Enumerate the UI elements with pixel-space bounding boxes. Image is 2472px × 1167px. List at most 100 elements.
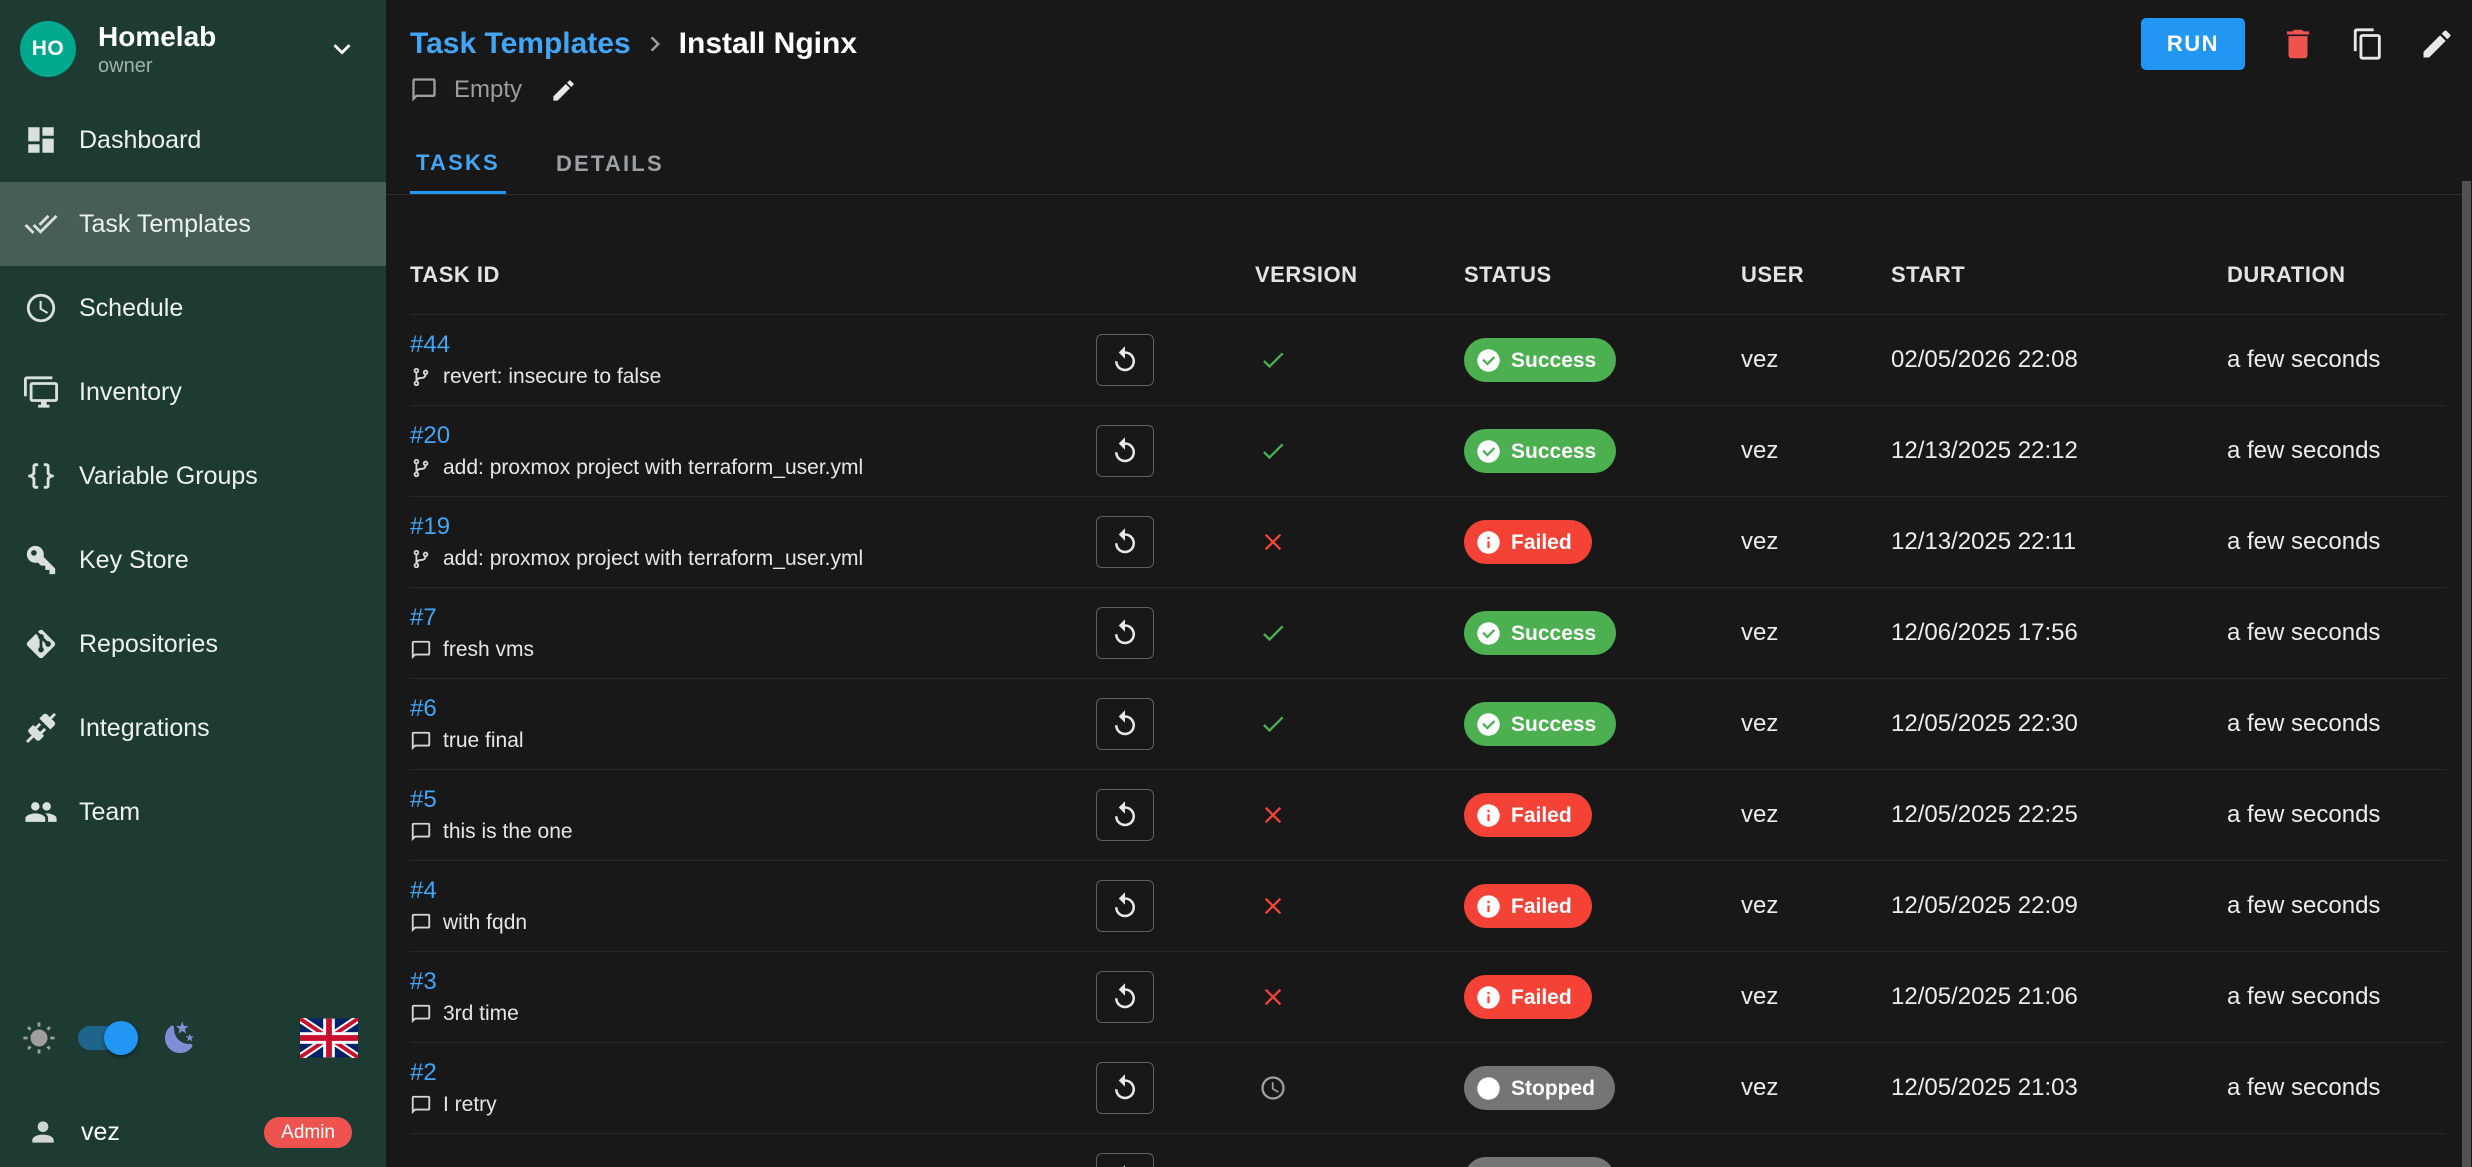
duration-cell: a few seconds	[2227, 710, 2446, 738]
user-cell: vez	[1741, 346, 1891, 374]
sidebar-item-schedule[interactable]: Schedule	[0, 266, 386, 350]
copy-icon	[2351, 27, 2385, 61]
duration-cell: a few seconds	[2227, 346, 2446, 374]
task-id-link[interactable]: #2	[410, 1061, 437, 1085]
status-badge[interactable]: Failed	[1464, 884, 1592, 928]
status-badge[interactable]: Success	[1464, 429, 1616, 473]
pencil-icon	[2419, 26, 2455, 62]
sidebar-item-label: Repositories	[79, 630, 218, 659]
task-id-link[interactable]: #5	[410, 788, 437, 812]
duration-cell: a few seconds	[2227, 1074, 2446, 1102]
table-row: #1 Stopped vez 12/05/20	[410, 1134, 2446, 1167]
task-message-text: I retry	[443, 1094, 497, 1115]
task-id-link[interactable]: #44	[410, 333, 450, 357]
table-row: #3 3rd time Failed vez 1	[410, 952, 2446, 1043]
status-cell: Failed	[1464, 975, 1741, 1019]
trash-icon	[2279, 25, 2317, 63]
sidebar-item-variable-groups[interactable]: Variable Groups	[0, 434, 386, 518]
status-badge[interactable]: Failed	[1464, 975, 1592, 1019]
sidebar-item-dashboard[interactable]: Dashboard	[0, 98, 386, 182]
project-switcher[interactable]: HO Homelab owner	[0, 0, 386, 98]
status-badge[interactable]: Stopped	[1464, 1157, 1615, 1167]
action-cell	[1060, 516, 1255, 568]
task-cell: #7 fresh vms	[410, 606, 1060, 661]
sidebar-item-integrations[interactable]: Integrations	[0, 686, 386, 770]
version-cell	[1255, 801, 1464, 829]
breadcrumb-parent-link[interactable]: Task Templates	[410, 27, 631, 61]
task-id-link[interactable]: #7	[410, 606, 437, 630]
task-cell: #44 revert: insecure to false	[410, 333, 1060, 388]
duration-cell: a few seconds	[2227, 983, 2446, 1011]
task-message-text: true final	[443, 730, 524, 751]
rerun-task-button[interactable]	[1096, 880, 1154, 932]
rerun-task-button[interactable]	[1096, 334, 1154, 386]
sidebar-spacer	[0, 854, 386, 1003]
language-flag-uk[interactable]	[300, 1018, 358, 1058]
status-badge[interactable]: Stopped	[1464, 1066, 1615, 1110]
edit-template-button[interactable]	[2419, 26, 2455, 62]
version-ok-icon	[1259, 346, 1287, 374]
sidebar-item-team[interactable]: Team	[0, 770, 386, 854]
sidebar-item-key-store[interactable]: Key Store	[0, 518, 386, 602]
user-cell: vez	[1741, 710, 1891, 738]
sidebar-item-label: Task Templates	[79, 210, 251, 239]
copy-template-button[interactable]	[2351, 27, 2385, 61]
task-cell: #3 3rd time	[410, 970, 1060, 1025]
rerun-task-button[interactable]	[1096, 1153, 1154, 1167]
task-message: I retry	[410, 1094, 1060, 1116]
status-badge[interactable]: Failed	[1464, 520, 1592, 564]
task-duration: a few seconds	[2227, 437, 2380, 464]
version-ok-icon	[1259, 437, 1287, 465]
rerun-task-button[interactable]	[1096, 971, 1154, 1023]
task-id-link[interactable]: #19	[410, 515, 450, 539]
rerun-task-button[interactable]	[1096, 425, 1154, 477]
scrollbar[interactable]	[2462, 181, 2471, 1167]
status-label: Failed	[1511, 532, 1572, 553]
user-menu[interactable]: vez Admin	[0, 1097, 386, 1167]
version-ok-icon	[1259, 710, 1287, 738]
rerun-task-button[interactable]	[1096, 789, 1154, 841]
comment-icon	[410, 1003, 432, 1025]
task-id-link[interactable]: #6	[410, 697, 437, 721]
run-template-button[interactable]: RUN	[2141, 18, 2245, 70]
dark-mode-toggle[interactable]	[78, 1026, 136, 1050]
task-message-text: 3rd time	[443, 1003, 519, 1024]
template-actions: RUN	[2141, 18, 2455, 70]
table-row: #2 I retry Stopped vez 1	[410, 1043, 2446, 1134]
sidebar-item-task-templates[interactable]: Task Templates	[0, 182, 386, 266]
tab-details[interactable]: DETAILS	[550, 134, 670, 194]
dark-mode-icon	[162, 1020, 198, 1056]
status-badge[interactable]: Success	[1464, 338, 1616, 382]
user-cell: vez	[1741, 801, 1891, 829]
theme-controls	[0, 1003, 386, 1073]
task-message: add: proxmox project with terraform_user…	[410, 548, 1060, 570]
git-branch-icon	[410, 457, 432, 479]
status-badge[interactable]: Success	[1464, 702, 1616, 746]
task-id-link[interactable]: #3	[410, 970, 437, 994]
connection-icon	[24, 711, 58, 745]
sidebar-item-repositories[interactable]: Repositories	[0, 602, 386, 686]
rerun-task-button[interactable]	[1096, 516, 1154, 568]
task-id-link[interactable]: #20	[410, 424, 450, 448]
user-cell: vez	[1741, 528, 1891, 556]
rerun-task-button[interactable]	[1096, 1062, 1154, 1114]
start-cell: 12/13/2025 22:11	[1891, 528, 2227, 556]
version-stopped-icon	[1259, 1074, 1287, 1102]
status-badge[interactable]: Success	[1464, 611, 1616, 655]
status-badge[interactable]: Failed	[1464, 793, 1592, 837]
table-header: TASK ID VERSION STATUS USER START DURATI…	[410, 195, 2446, 315]
username: vez	[81, 1118, 120, 1147]
action-cell	[1060, 971, 1255, 1023]
tab-tasks[interactable]: TASKS	[410, 134, 506, 194]
replay-icon	[1110, 800, 1140, 830]
task-id-link[interactable]: #4	[410, 879, 437, 903]
edit-description-button[interactable]	[550, 77, 577, 104]
rerun-task-button[interactable]	[1096, 607, 1154, 659]
status-cell: Failed	[1464, 793, 1741, 837]
sidebar-item-label: Schedule	[79, 294, 183, 323]
replay-icon	[1110, 1073, 1140, 1103]
task-cell: #20 add: proxmox project with terraform_…	[410, 424, 1060, 479]
rerun-task-button[interactable]	[1096, 698, 1154, 750]
sidebar-item-inventory[interactable]: Inventory	[0, 350, 386, 434]
delete-template-button[interactable]	[2279, 25, 2317, 63]
